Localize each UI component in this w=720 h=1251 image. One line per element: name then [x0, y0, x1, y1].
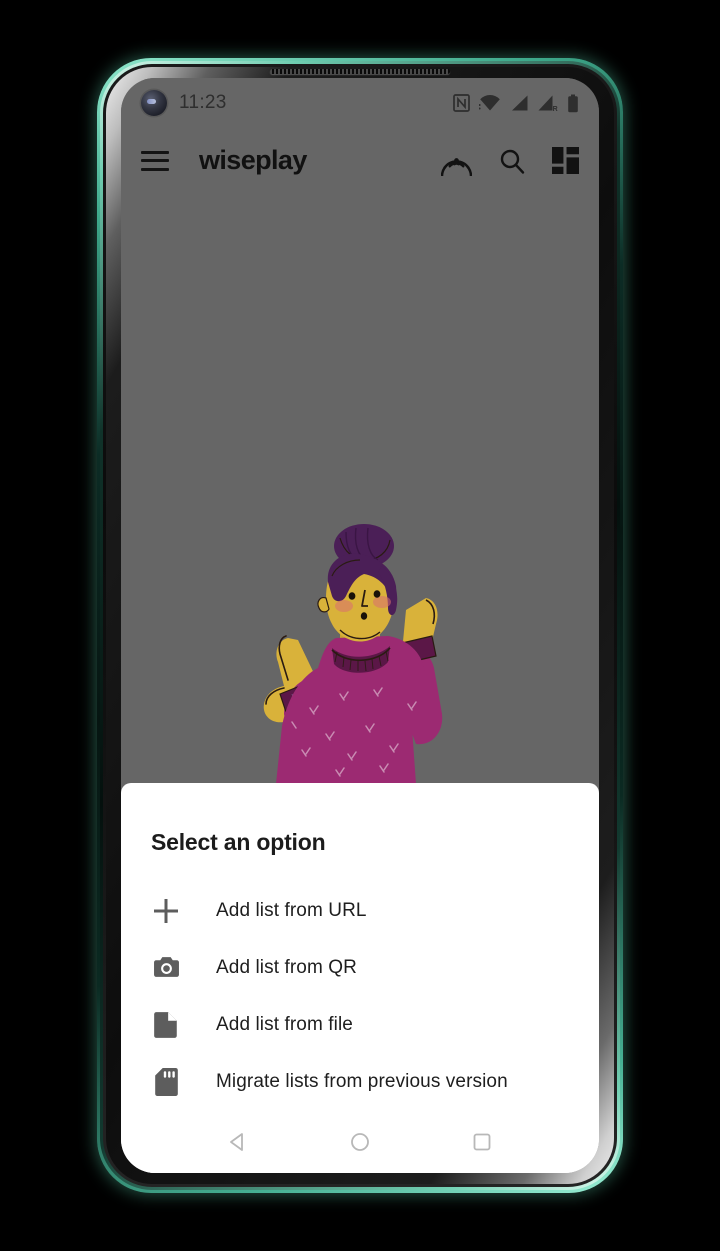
- android-navigation-bar: [121, 1110, 599, 1173]
- phone-screen: 11:23 R wiseplay Select an option Add li…: [121, 78, 599, 1173]
- option-label: Add list from file: [216, 1013, 353, 1035]
- option-label: Add list from URL: [216, 899, 367, 921]
- bottom-sheet-options: Add list from URL Add list from QR Add l…: [121, 882, 599, 1110]
- camera-icon: [151, 953, 181, 983]
- option-add-list-from-url[interactable]: Add list from URL: [121, 882, 599, 939]
- nav-back-button[interactable]: [218, 1122, 258, 1162]
- bottom-sheet: Select an option Add list from URL Add l…: [121, 783, 599, 1173]
- option-add-list-from-qr[interactable]: Add list from QR: [121, 939, 599, 996]
- option-label: Add list from QR: [216, 956, 357, 978]
- phone-device-frame: 11:23 R wiseplay Select an option Add li…: [97, 58, 623, 1193]
- option-migrate-lists[interactable]: Migrate lists from previous version: [121, 1053, 599, 1110]
- nav-recents-button[interactable]: [462, 1122, 502, 1162]
- option-add-list-from-file[interactable]: Add list from file: [121, 996, 599, 1053]
- option-label: Migrate lists from previous version: [216, 1070, 508, 1092]
- sd-card-icon: [151, 1067, 181, 1097]
- plus-icon: [151, 896, 181, 926]
- bottom-sheet-title: Select an option: [151, 829, 326, 855]
- earpiece-speaker: [270, 69, 450, 74]
- nav-home-button[interactable]: [340, 1122, 380, 1162]
- file-document-icon: [151, 1010, 181, 1040]
